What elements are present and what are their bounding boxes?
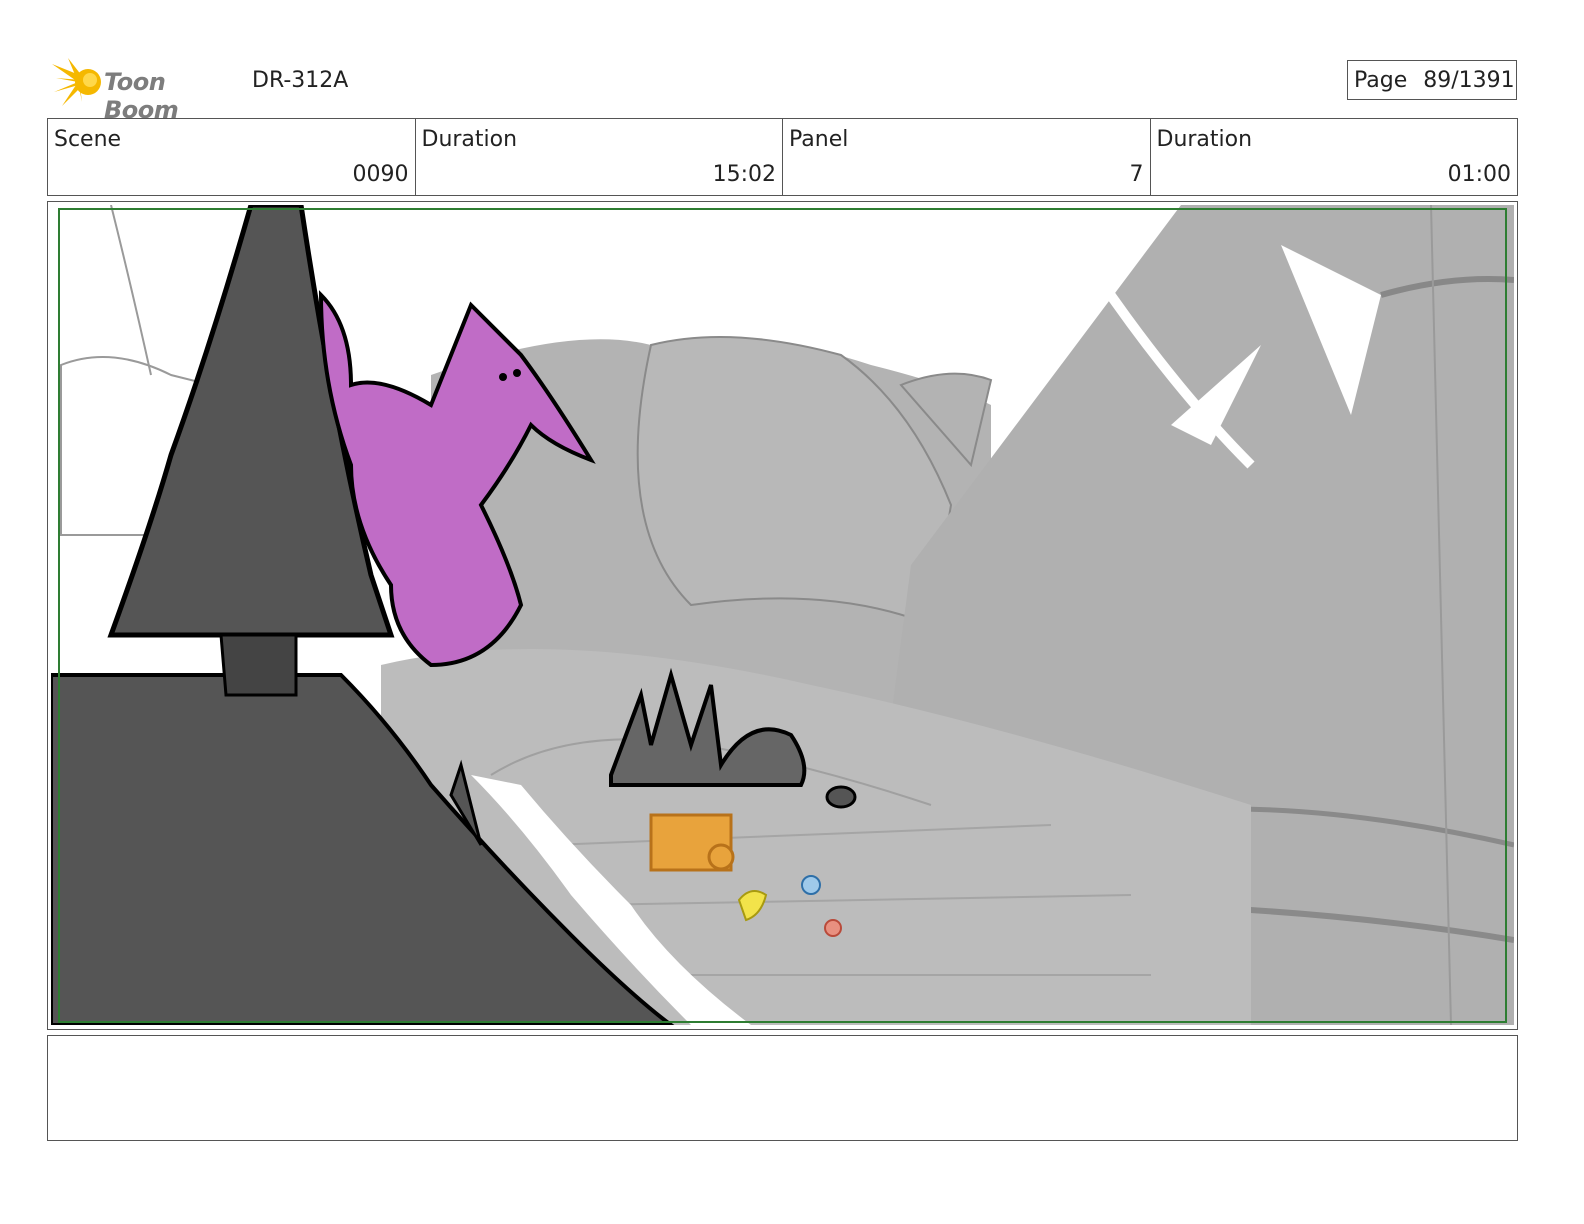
scene-duration-label: Duration	[421, 127, 518, 152]
page-value: 89/1391	[1423, 67, 1515, 93]
starburst-icon	[52, 58, 101, 106]
panel-notes	[47, 1035, 1518, 1141]
scene-label: Scene	[54, 127, 122, 152]
scene-duration-cell: Duration 15:02	[416, 119, 783, 195]
panel-duration-value: 01:00	[1447, 162, 1511, 187]
scene-value: 0090	[352, 162, 409, 187]
toon-boom-logo: Toon Boom	[52, 56, 242, 124]
storyboard-panel-image	[51, 205, 1514, 1025]
production-code: DR-312A	[252, 68, 349, 93]
panel-cell: Panel 7	[783, 119, 1151, 195]
page-indicator: Page 89/1391	[1347, 60, 1517, 100]
info-row: Scene 0090 Duration 15:02 Panel 7 Durati…	[47, 118, 1518, 196]
panel-label: Panel	[789, 127, 849, 152]
panel-value: 7	[1129, 162, 1144, 187]
scene-cell: Scene 0090	[48, 119, 416, 195]
canyon-scene-drawing	[51, 205, 1514, 1025]
panel-duration-cell: Duration 01:00	[1151, 119, 1518, 195]
panel-duration-label: Duration	[1156, 127, 1253, 152]
scene-duration-value: 15:02	[712, 162, 776, 187]
page-label: Page	[1354, 67, 1408, 93]
logo-text: Toon Boom	[104, 68, 179, 124]
